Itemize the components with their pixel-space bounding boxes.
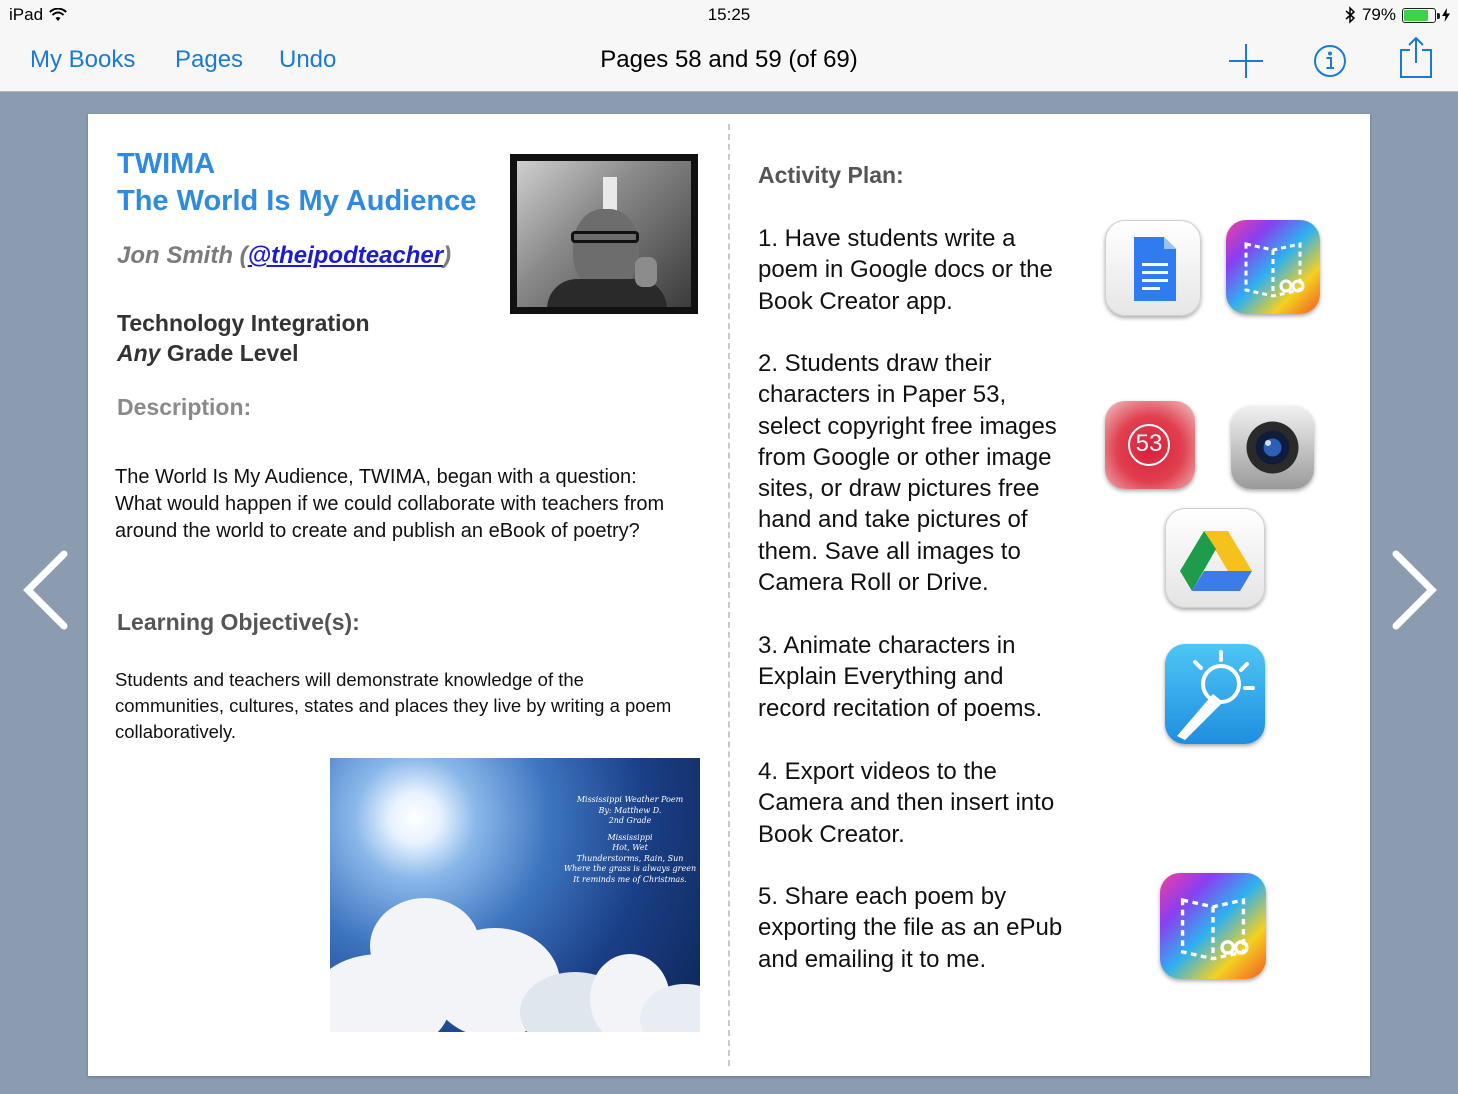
step-line: them. Save all images to xyxy=(758,537,1021,565)
title-acronym: TWIMA xyxy=(117,148,216,180)
poem-line: Hot, Wet xyxy=(612,843,648,852)
step-line: 3. Animate characters in xyxy=(758,632,1016,659)
author-close-paren: ) xyxy=(443,242,452,269)
activity-plan-heading: Activity Plan: xyxy=(758,162,904,188)
share-icon[interactable] xyxy=(1398,36,1434,80)
book-creator-icon xyxy=(1160,873,1266,979)
step-line: Book Creator app. xyxy=(758,287,953,315)
activity-step-2: 2. Students draw their characters in Pap… xyxy=(758,348,1057,598)
battery-tip xyxy=(1437,12,1440,19)
step-line: Book Creator. xyxy=(758,820,905,848)
book-title: TWIMA The World Is My Audience xyxy=(117,146,476,220)
grade-line: Any Grade Level xyxy=(117,338,370,368)
google-drive-icon xyxy=(1165,508,1265,608)
step-line: exporting the file as an ePub xyxy=(758,914,1063,942)
charging-bolt-icon xyxy=(1442,8,1450,22)
status-bar: iPad 15:25 79% xyxy=(0,0,1458,30)
grade-level-text: Grade Level xyxy=(160,340,299,366)
step-line: hand and take pictures of xyxy=(758,506,1028,534)
step-line: Camera Roll or Drive. xyxy=(758,569,989,597)
objectives-heading: Learning Objective(s): xyxy=(117,609,360,635)
next-page-arrow[interactable] xyxy=(1390,548,1440,632)
paper-53-label: 53 xyxy=(1135,430,1163,457)
step-line: sites, or draw pictures free xyxy=(758,475,1040,503)
step-line: 1. Have students write a xyxy=(758,225,1016,252)
author-photo-image xyxy=(517,161,691,307)
info-icon[interactable] xyxy=(1310,40,1350,82)
battery-percent: 79% xyxy=(1361,5,1396,24)
bluetooth-icon xyxy=(1345,6,1356,24)
status-time: 15:25 xyxy=(707,5,751,24)
page-divider xyxy=(728,124,730,1066)
poem-line: Thunderstorms, Rain, Sun xyxy=(576,853,684,863)
author-name: Jon Smith ( xyxy=(117,242,248,269)
author-handle-link[interactable]: @theipodteacher xyxy=(248,242,443,269)
activity-step-3: 3. Animate characters in Explain Everyth… xyxy=(758,630,1042,724)
explain-everything-icon xyxy=(1165,644,1265,744)
poem-line: By: Matthew D. xyxy=(598,805,662,815)
step-line: 2. Students draw their xyxy=(758,350,992,377)
plus-icon[interactable] xyxy=(1227,40,1265,82)
poem-line: 2nd Grade xyxy=(608,816,652,825)
author-photo xyxy=(510,154,698,314)
poem-line: It reminds me of Christmas. xyxy=(573,874,687,884)
poem-line: Mississippi xyxy=(607,832,653,842)
book-spread: TWIMA The World Is My Audience Jon Smith… xyxy=(88,114,1370,1076)
step-line: poem in Google docs or the xyxy=(758,256,1053,284)
google-docs-icon xyxy=(1105,220,1201,316)
step-line: record recitation of poems. xyxy=(758,694,1043,722)
author-line: Jon Smith (@theipodteacher) xyxy=(117,242,451,270)
step-line: characters in Paper 53, xyxy=(758,381,1007,409)
previous-page-arrow[interactable] xyxy=(20,548,70,632)
activity-step-1: 1. Have students write a poem in Google … xyxy=(758,223,1053,317)
title-full: The World Is My Audience xyxy=(117,185,477,217)
book-creator-icon xyxy=(1226,220,1320,314)
page-range: Pages 58 and 59 xyxy=(600,46,782,73)
battery-level xyxy=(1404,9,1428,21)
camera-icon xyxy=(1231,406,1314,489)
tech-line: Technology Integration xyxy=(117,310,370,336)
step-line: and emailing it to me. xyxy=(758,945,987,973)
navigation-bar: My Books Pages Undo Pages 58 and 59 (of … xyxy=(0,30,1458,92)
tech-integration-block: Technology Integration Any Grade Level xyxy=(117,308,370,368)
activity-step-4: 4. Export videos to the Camera and then … xyxy=(758,756,1054,850)
step-line: select copyright free images xyxy=(758,412,1057,440)
step-line: Camera and then insert into xyxy=(758,789,1055,817)
paper-53-icon: 53 xyxy=(1105,401,1195,489)
poem-line: Mississippi Weather Poem xyxy=(576,795,684,804)
step-line: 4. Export videos to the xyxy=(758,758,997,785)
step-line: 5. Share each poem by xyxy=(758,883,1007,910)
step-line: from Google or other image xyxy=(758,443,1052,471)
poem-text: Mississippi Weather Poem By: Matthew D. 2n… xyxy=(555,795,700,885)
activity-step-5: 5. Share each poem by exporting the file… xyxy=(758,881,1062,975)
battery-icon xyxy=(1402,7,1440,23)
description-heading: Description: xyxy=(117,394,252,420)
poem-image: Mississippi Weather Poem By: Matthew D. 2n… xyxy=(330,758,700,1032)
page-total: (of 69) xyxy=(781,46,858,73)
objectives-text: Students and teachers will demonstrate k… xyxy=(115,669,672,742)
status-right: 79% xyxy=(1344,5,1450,25)
poem-line: Where the grass is always green xyxy=(563,864,697,873)
step-line: Explain Everything and xyxy=(758,663,1004,691)
grade-any: Any xyxy=(117,340,161,366)
description-text: The World Is My Audience, TWIMA, began w… xyxy=(115,466,665,542)
